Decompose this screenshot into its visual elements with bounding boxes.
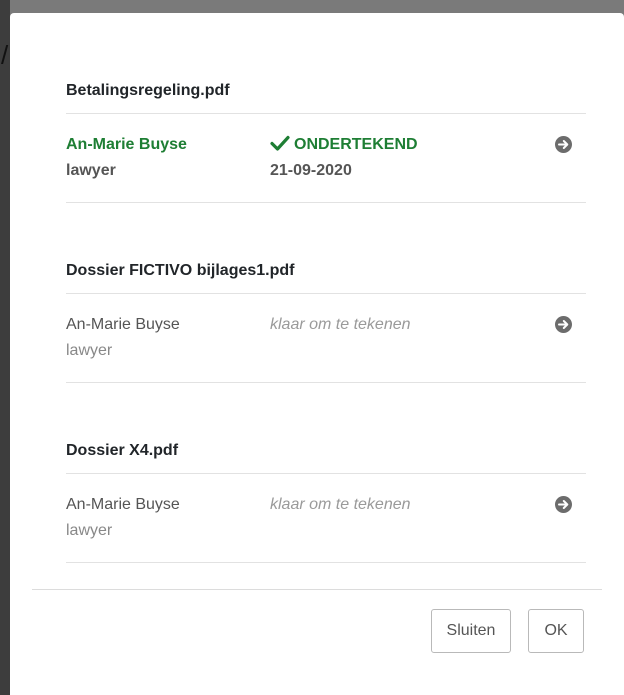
arrow-circle-right-icon[interactable]: [555, 496, 572, 513]
status-label: ONDERTEKEND: [294, 136, 418, 153]
signer-info: An-Marie Buyse lawyer: [66, 312, 180, 364]
status-signed: ONDERTEKEND: [270, 132, 418, 158]
signature-status: klaar om te tekenen: [270, 312, 411, 338]
backdrop-sidebar-edge: [0, 0, 10, 695]
signature-status: klaar om te tekenen: [270, 492, 411, 518]
arrow-circle-right-icon[interactable]: [555, 316, 572, 333]
signed-date: 21-09-2020: [270, 162, 352, 179]
document-title: Betalingsregeling.pdf: [66, 69, 586, 114]
document-section: Dossier FICTIVO bijlages1.pdf An-Marie B…: [66, 249, 586, 383]
backdrop-partial-glyph: /: [1, 40, 9, 70]
signer-info: An-Marie Buyse lawyer: [66, 132, 187, 184]
document-section: Betalingsregeling.pdf An-Marie Buyse law…: [66, 69, 586, 203]
signatures-modal: Betalingsregeling.pdf An-Marie Buyse law…: [10, 13, 624, 695]
close-button[interactable]: Sluiten: [431, 609, 511, 653]
signer-name: An-Marie Buyse: [66, 316, 180, 333]
signer-row: An-Marie Buyse lawyer klaar om te tekene…: [66, 474, 586, 563]
modal-footer-divider: [32, 589, 602, 590]
signer-role: lawyer: [66, 522, 113, 539]
signer-row: An-Marie Buyse lawyer ONDERTEKEND 21-09-…: [66, 114, 586, 203]
signature-status: ONDERTEKEND 21-09-2020: [270, 132, 418, 184]
status-label: klaar om te tekenen: [270, 496, 411, 513]
document-list: Betalingsregeling.pdf An-Marie Buyse law…: [66, 69, 586, 563]
signer-role: lawyer: [66, 342, 113, 359]
signer-info: An-Marie Buyse lawyer: [66, 492, 180, 544]
signer-row: An-Marie Buyse lawyer klaar om te tekene…: [66, 294, 586, 383]
signer-role: lawyer: [66, 162, 116, 179]
signer-name: An-Marie Buyse: [66, 136, 187, 153]
status-label: klaar om te tekenen: [270, 316, 411, 333]
arrow-circle-right-icon[interactable]: [555, 136, 572, 153]
document-title: Dossier X4.pdf: [66, 429, 586, 474]
document-section: Dossier X4.pdf An-Marie Buyse lawyer kla…: [66, 429, 586, 563]
check-icon: [270, 135, 290, 151]
document-title: Dossier FICTIVO bijlages1.pdf: [66, 249, 586, 294]
signer-name: An-Marie Buyse: [66, 496, 180, 513]
ok-button[interactable]: OK: [528, 609, 584, 653]
